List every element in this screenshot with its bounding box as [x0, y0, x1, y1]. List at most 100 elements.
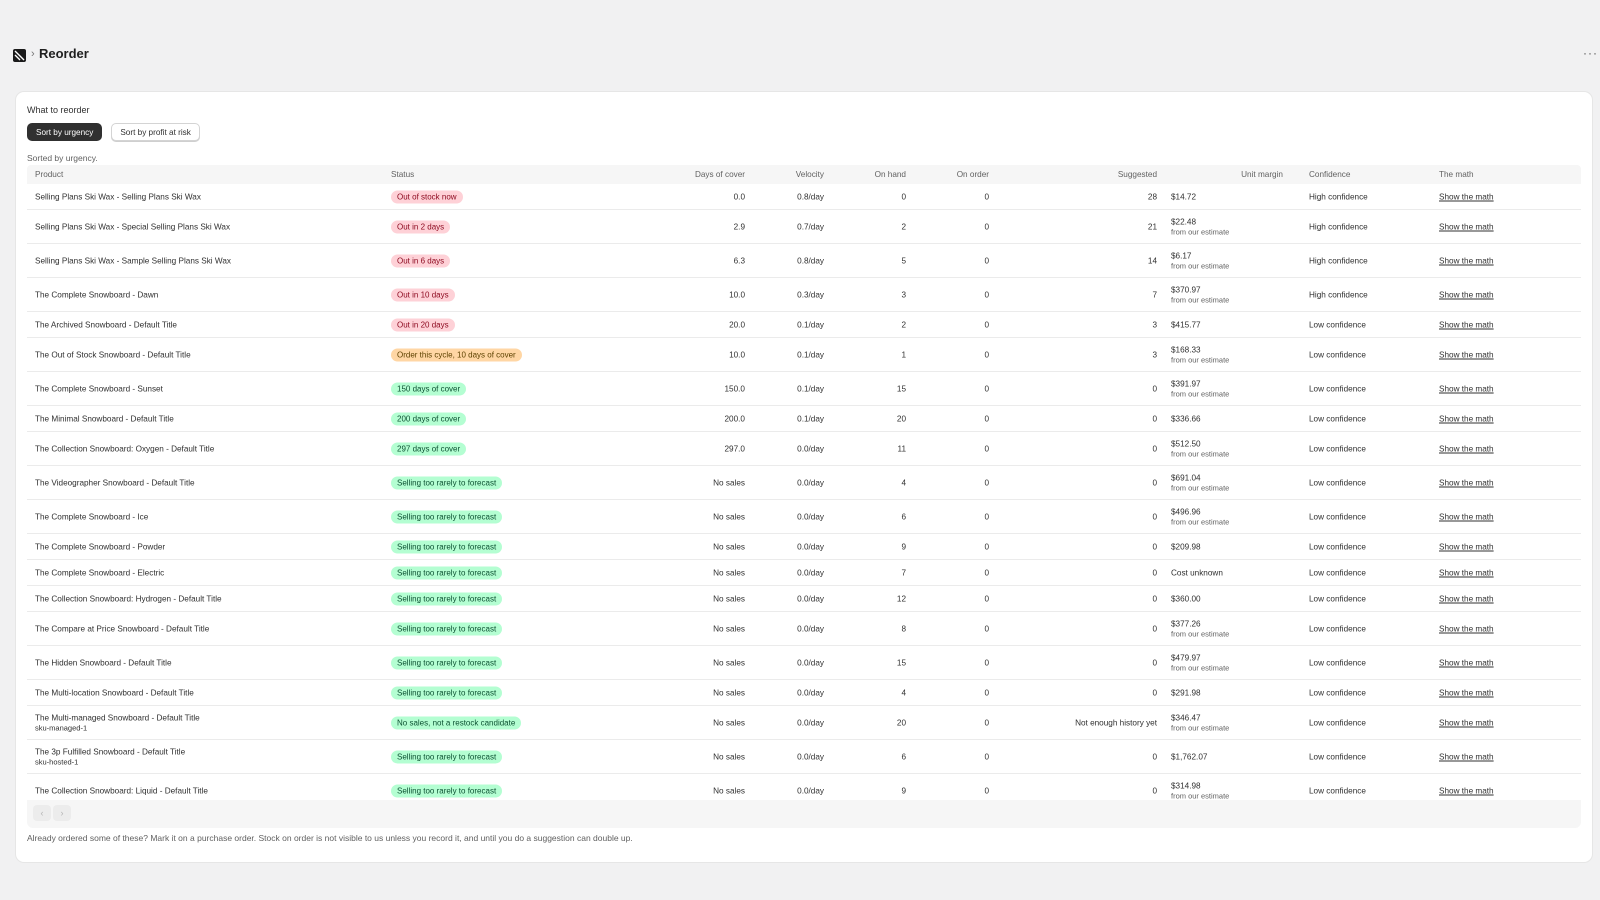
- card-title: What to reorder: [27, 105, 90, 115]
- on-order: 0: [984, 594, 989, 603]
- days-of-cover: No sales: [713, 624, 745, 633]
- status-cell: Selling too rarely to forecast: [391, 750, 503, 763]
- show-the-math-link[interactable]: Show the math: [1439, 192, 1494, 201]
- product-name: The Collection Snowboard: Oxygen - Defau…: [35, 444, 214, 453]
- more-actions-button[interactable]: ···: [1583, 46, 1598, 60]
- suggested-quantity: 0: [1152, 414, 1157, 423]
- show-the-math-link[interactable]: Show the math: [1439, 542, 1494, 551]
- velocity: 0.0/day: [797, 786, 824, 796]
- product-title: The 3p Fulfilled Snowboard - Default Tit…: [35, 747, 186, 756]
- suggested-quantity: 0: [1152, 786, 1157, 796]
- on-order: 0: [984, 290, 989, 299]
- status-badge: Selling too rarely to forecast: [391, 622, 503, 635]
- unit-margin: $360.00: [1171, 594, 1201, 603]
- product-title: The Complete Snowboard - Electric: [35, 568, 165, 577]
- days-of-cover: No sales: [713, 752, 745, 761]
- unit-margin: $479.97 from our estimate: [1171, 653, 1229, 672]
- show-the-math-link[interactable]: Show the math: [1439, 222, 1494, 231]
- sort-by-profit-button[interactable]: Sort by profit at risk: [111, 123, 200, 141]
- status-badge: Out in 10 days: [391, 288, 455, 301]
- unit-margin: $209.98: [1171, 542, 1201, 551]
- table-row: Selling Plans Ski Wax - Selling Plans Sk…: [27, 184, 1581, 210]
- status-cell: Selling too rarely to forecast: [391, 476, 503, 489]
- unit-margin-value: $6.17: [1171, 251, 1192, 260]
- show-the-math-link[interactable]: Show the math: [1439, 414, 1494, 423]
- show-the-math-link[interactable]: Show the math: [1439, 688, 1494, 697]
- header-days-of-cover[interactable]: Days of cover: [695, 170, 745, 179]
- header-on-hand[interactable]: On hand: [875, 170, 906, 179]
- header-status[interactable]: Status: [391, 170, 414, 179]
- on-order: 0: [984, 512, 989, 521]
- header-unit-margin[interactable]: Unit margin: [1241, 170, 1283, 179]
- header-on-order[interactable]: On order: [957, 170, 989, 179]
- show-the-math-link[interactable]: Show the math: [1439, 256, 1494, 265]
- show-the-math-link[interactable]: Show the math: [1439, 478, 1494, 487]
- velocity: 0.8/day: [797, 192, 824, 201]
- confidence: Low confidence: [1309, 568, 1366, 577]
- status-badge: Out in 2 days: [391, 220, 451, 233]
- status-badge: Selling too rarely to forecast: [391, 784, 503, 798]
- on-hand: 6: [901, 752, 906, 761]
- show-the-math-link[interactable]: Show the math: [1439, 290, 1494, 299]
- show-the-math-link[interactable]: Show the math: [1439, 787, 1494, 796]
- suggested-quantity: 0: [1152, 478, 1157, 487]
- velocity: 0.0/day: [797, 752, 824, 761]
- product-name: The Multi-managed Snowboard - Default Ti…: [35, 713, 200, 732]
- product-sku: sku-hosted-1: [35, 757, 79, 766]
- show-the-math-link[interactable]: Show the math: [1439, 658, 1494, 667]
- sort-by-urgency-button[interactable]: Sort by urgency: [27, 123, 103, 141]
- show-the-math-link[interactable]: Show the math: [1439, 320, 1494, 329]
- status-cell: Selling too rarely to forecast: [391, 566, 503, 579]
- on-hand: 2: [901, 222, 906, 231]
- show-the-math-link[interactable]: Show the math: [1439, 512, 1494, 521]
- days-of-cover: 0.0: [733, 192, 745, 201]
- product-title: The Complete Snowboard - Dawn: [35, 290, 159, 299]
- velocity: 0.0/day: [797, 658, 824, 667]
- previous-page-button[interactable]: ‹: [33, 805, 51, 821]
- on-order: 0: [984, 624, 989, 633]
- product-title: The Collection Snowboard: Liquid - Defau…: [35, 786, 208, 796]
- show-the-math-link[interactable]: Show the math: [1439, 444, 1494, 453]
- unit-margin-value: $512.50: [1171, 439, 1201, 448]
- status-cell: Out in 6 days: [391, 254, 451, 267]
- show-the-math-link[interactable]: Show the math: [1439, 718, 1494, 727]
- status-cell: 150 days of cover: [391, 382, 467, 395]
- status-badge: Selling too rarely to forecast: [391, 592, 503, 605]
- header-confidence[interactable]: Confidence: [1309, 170, 1350, 179]
- show-the-math-link[interactable]: Show the math: [1439, 568, 1494, 577]
- suggested-quantity: 0: [1152, 512, 1157, 521]
- days-of-cover: 10.0: [729, 350, 745, 359]
- show-the-math-link[interactable]: Show the math: [1439, 350, 1494, 359]
- header-velocity[interactable]: Velocity: [796, 170, 824, 179]
- days-of-cover: No sales: [713, 718, 745, 727]
- header-suggested[interactable]: Suggested: [1118, 170, 1157, 179]
- product-name: The Complete Snowboard - Powder: [35, 542, 165, 551]
- unit-margin-value: $691.04: [1171, 473, 1201, 482]
- on-order: 0: [984, 786, 989, 796]
- show-the-math-link[interactable]: Show the math: [1439, 752, 1494, 761]
- confidence: Low confidence: [1309, 718, 1366, 727]
- unit-margin-value: $291.98: [1171, 688, 1201, 697]
- product-name: The Complete Snowboard - Sunset: [35, 384, 163, 393]
- unit-margin-note: from our estimate: [1171, 483, 1230, 492]
- show-the-math-link[interactable]: Show the math: [1439, 624, 1494, 633]
- unit-margin-value: $479.97: [1171, 653, 1201, 662]
- table-row: The Complete Snowboard - Ice Selling too …: [27, 500, 1581, 534]
- unit-margin-note: from our estimate: [1171, 261, 1230, 270]
- show-the-math-link[interactable]: Show the math: [1439, 594, 1494, 603]
- product-title: Selling Plans Ski Wax - Sample Selling P…: [35, 256, 231, 265]
- velocity: 0.0/day: [797, 624, 824, 633]
- suggested-quantity: 14: [1147, 256, 1157, 265]
- product-name: The Multi-location Snowboard - Default T…: [35, 688, 194, 697]
- header-product[interactable]: Product: [35, 170, 63, 179]
- status-cell: 297 days of cover: [391, 442, 467, 455]
- confidence: High confidence: [1309, 222, 1368, 231]
- show-the-math-link[interactable]: Show the math: [1439, 384, 1494, 393]
- next-page-button[interactable]: ›: [53, 805, 71, 821]
- product-title: The Out of Stock Snowboard - Default Tit…: [35, 350, 191, 359]
- product-title: The Hidden Snowboard - Default Title: [35, 658, 172, 667]
- days-of-cover: 10.0: [729, 290, 745, 299]
- unit-margin-value: $336.66: [1171, 414, 1201, 423]
- confidence: Low confidence: [1309, 384, 1366, 393]
- on-hand: 1: [901, 350, 906, 359]
